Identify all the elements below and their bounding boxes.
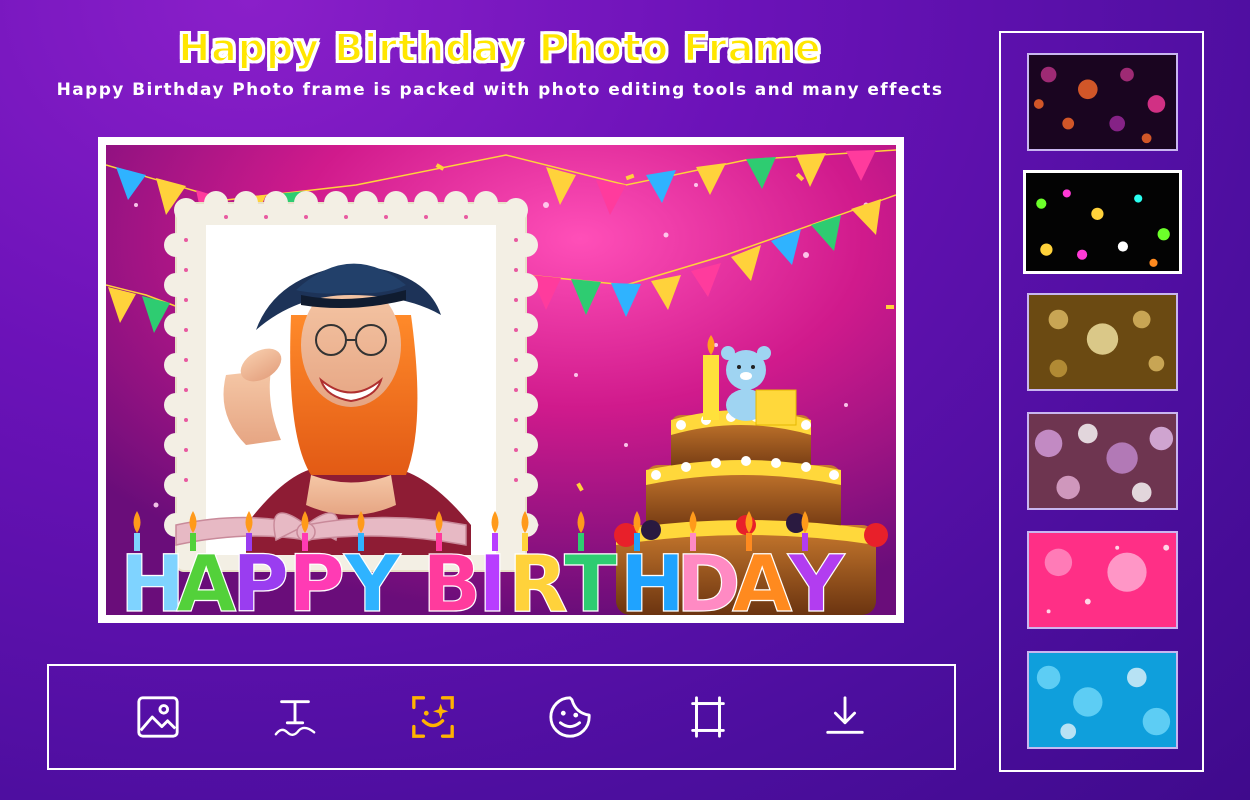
download-button[interactable] [820, 692, 870, 742]
banner-letter: Y [343, 540, 402, 615]
background-thumb-pink-sparkle[interactable] [1027, 531, 1178, 629]
banner-letter: T [564, 540, 617, 615]
sticker-icon [549, 696, 591, 738]
banner-letter: A [732, 540, 792, 615]
banner-letter: B [422, 540, 481, 615]
background-picker-panel [999, 31, 1204, 772]
background-thumb-pink-blur[interactable] [1027, 412, 1178, 510]
banner-letter: P [232, 540, 289, 615]
banner-letter: A [176, 540, 236, 615]
banner-letter: R [508, 540, 568, 615]
gold-bokeh-image [1029, 295, 1176, 389]
background-thumb-gold-bokeh[interactable] [1027, 293, 1178, 391]
pink-blur-bokeh-image [1029, 414, 1176, 508]
gallery-button[interactable] [133, 692, 183, 742]
background-thumb-purple-bokeh[interactable] [1027, 53, 1178, 151]
sparkle-face-icon [411, 696, 454, 738]
background-thumb-dark-bokeh[interactable] [1023, 170, 1182, 274]
crop-icon [690, 696, 725, 738]
sticker-button[interactable] [545, 692, 595, 742]
blue-bokeh-image [1029, 653, 1176, 747]
background-thumb-blue-bokeh[interactable] [1027, 651, 1178, 749]
banner-letter: I [478, 540, 507, 615]
editing-toolbar [47, 664, 956, 770]
frame-preview[interactable]: HAPPYBIRTHDAY [106, 145, 896, 615]
pink-sparkle-image [1029, 533, 1176, 627]
text-button[interactable] [270, 692, 320, 742]
banner-letter: P [288, 540, 345, 615]
dark-multicolor-bokeh-image [1026, 173, 1179, 271]
text-icon [274, 700, 316, 736]
banner-letter: Y [787, 540, 846, 615]
crop-button[interactable] [683, 692, 733, 742]
photo-frame-canvas[interactable]: HAPPYBIRTHDAY [98, 137, 904, 623]
image-icon [137, 696, 179, 738]
page-subtitle: Happy Birthday Photo frame is packed wit… [56, 80, 944, 100]
effects-button[interactable] [408, 692, 458, 742]
birthday-frame-artwork: HAPPY BI RT HDAY [106, 145, 896, 615]
page-title: Happy Birthday Photo Frame [177, 25, 822, 71]
purple-bokeh-image [1029, 55, 1176, 149]
download-icon [826, 696, 864, 734]
